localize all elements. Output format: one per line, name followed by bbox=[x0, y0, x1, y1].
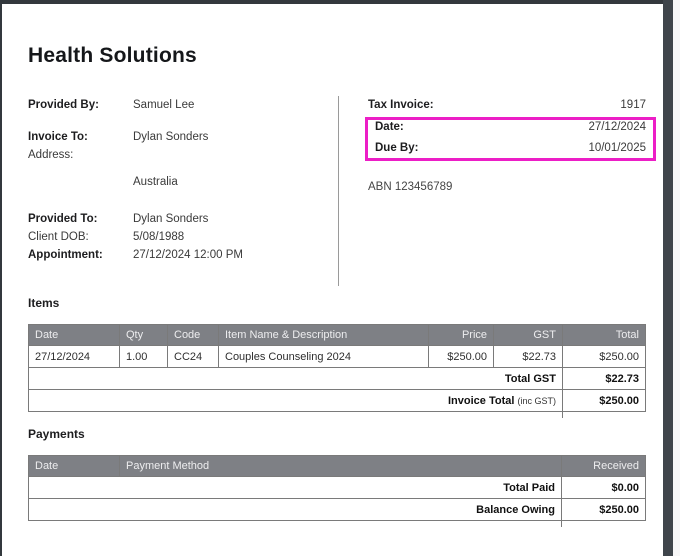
total-paid-value: $0.00 bbox=[561, 476, 646, 499]
invoice-total-note: (inc GST) bbox=[517, 395, 556, 406]
invoice-total-value: $250.00 bbox=[562, 389, 646, 412]
items-col-gst: GST bbox=[493, 324, 563, 346]
payments-col-received: Received bbox=[561, 455, 646, 477]
due-by-value: 10/01/2025 bbox=[588, 142, 646, 154]
address-country-row: Australia bbox=[28, 176, 328, 188]
payments-table-border-stub bbox=[561, 521, 562, 527]
total-paid-label: Total Paid bbox=[28, 476, 562, 499]
due-by-row: Due By: 10/01/2025 bbox=[375, 142, 646, 154]
items-col-date: Date bbox=[28, 324, 120, 346]
items-header-row: Date Qty Code Item Name & Description Pr… bbox=[28, 324, 646, 346]
column-divider bbox=[338, 96, 339, 286]
address-country-value: Australia bbox=[133, 176, 178, 188]
invoice-date-label: Date: bbox=[375, 121, 404, 133]
item-qty: 1.00 bbox=[119, 345, 168, 368]
client-dob-row: Client DOB: 5/08/1988 bbox=[28, 231, 328, 243]
item-price: $250.00 bbox=[428, 345, 494, 368]
invoice-total-label: Invoice Total (inc GST) bbox=[28, 389, 563, 412]
provided-to-value: Dylan Sonders bbox=[133, 213, 209, 225]
balance-owing-label: Balance Owing bbox=[28, 498, 562, 521]
client-dob-value: 5/08/1988 bbox=[133, 231, 185, 243]
items-col-qty: Qty bbox=[119, 324, 168, 346]
items-col-total: Total bbox=[562, 324, 646, 346]
tax-invoice-row: Tax Invoice: 1917 bbox=[368, 99, 646, 111]
provided-by-row: Provided By: Samuel Lee bbox=[28, 99, 328, 111]
invoice-date-row: Date: 27/12/2024 bbox=[375, 121, 646, 133]
item-gst: $22.73 bbox=[493, 345, 563, 368]
items-table: Date Qty Code Item Name & Description Pr… bbox=[28, 324, 646, 412]
invoice-to-row: Invoice To: Dylan Sonders bbox=[28, 131, 328, 143]
provided-to-label: Provided To: bbox=[28, 213, 98, 225]
items-col-code: Code bbox=[167, 324, 219, 346]
payments-col-method: Payment Method bbox=[119, 455, 562, 477]
items-table-border-stub bbox=[562, 412, 563, 418]
item-row: 27/12/2024 1.00 CC24 Couples Counseling … bbox=[28, 345, 646, 368]
address-label: Address: bbox=[28, 149, 74, 161]
total-paid-row: Total Paid $0.00 bbox=[28, 476, 646, 499]
item-description: Couples Counseling 2024 bbox=[218, 345, 429, 368]
address-row: Address: bbox=[28, 149, 328, 161]
due-by-label: Due By: bbox=[375, 142, 419, 154]
scrollbar-track bbox=[673, 0, 680, 556]
viewer-top-edge bbox=[0, 0, 680, 4]
total-gst-value: $22.73 bbox=[562, 367, 646, 390]
payments-table: Date Payment Method Received Total Paid … bbox=[28, 455, 646, 521]
appointment-label: Appointment: bbox=[28, 249, 103, 261]
item-total: $250.00 bbox=[562, 345, 646, 368]
invoice-total-row: Invoice Total (inc GST) $250.00 bbox=[28, 389, 646, 412]
provided-to-row: Provided To: Dylan Sonders bbox=[28, 213, 328, 225]
payments-header-row: Date Payment Method Received bbox=[28, 455, 646, 477]
provided-by-label: Provided By: bbox=[28, 99, 99, 111]
provided-by-value: Samuel Lee bbox=[133, 99, 195, 111]
items-col-description: Item Name & Description bbox=[218, 324, 429, 346]
tax-invoice-number: 1917 bbox=[620, 99, 646, 111]
total-gst-row: Total GST $22.73 bbox=[28, 367, 646, 390]
total-gst-label: Total GST bbox=[28, 367, 563, 390]
abn-text: ABN 123456789 bbox=[368, 181, 453, 193]
item-date: 27/12/2024 bbox=[28, 345, 120, 368]
items-heading: Items bbox=[28, 296, 60, 310]
scrollbar-thumb[interactable] bbox=[663, 0, 673, 556]
client-dob-label: Client DOB: bbox=[28, 231, 89, 243]
invoice-to-value: Dylan Sonders bbox=[133, 131, 209, 143]
items-col-price: Price bbox=[428, 324, 494, 346]
address-country-spacer bbox=[28, 176, 133, 188]
tax-invoice-label: Tax Invoice: bbox=[368, 99, 434, 111]
appointment-row: Appointment: 27/12/2024 12:00 PM bbox=[28, 249, 328, 261]
address-value bbox=[133, 149, 328, 161]
invoice-to-label: Invoice To: bbox=[28, 131, 88, 143]
invoice-date-value: 27/12/2024 bbox=[588, 121, 646, 133]
balance-owing-value: $250.00 bbox=[561, 498, 646, 521]
viewer-left-edge bbox=[0, 0, 2, 556]
item-code: CC24 bbox=[167, 345, 219, 368]
invoice-total-text: Invoice Total bbox=[448, 394, 515, 407]
appointment-value: 27/12/2024 12:00 PM bbox=[133, 249, 243, 261]
payments-heading: Payments bbox=[28, 427, 85, 441]
balance-owing-row: Balance Owing $250.00 bbox=[28, 498, 646, 521]
page-title: Health Solutions bbox=[28, 44, 197, 67]
payments-col-date: Date bbox=[28, 455, 120, 477]
